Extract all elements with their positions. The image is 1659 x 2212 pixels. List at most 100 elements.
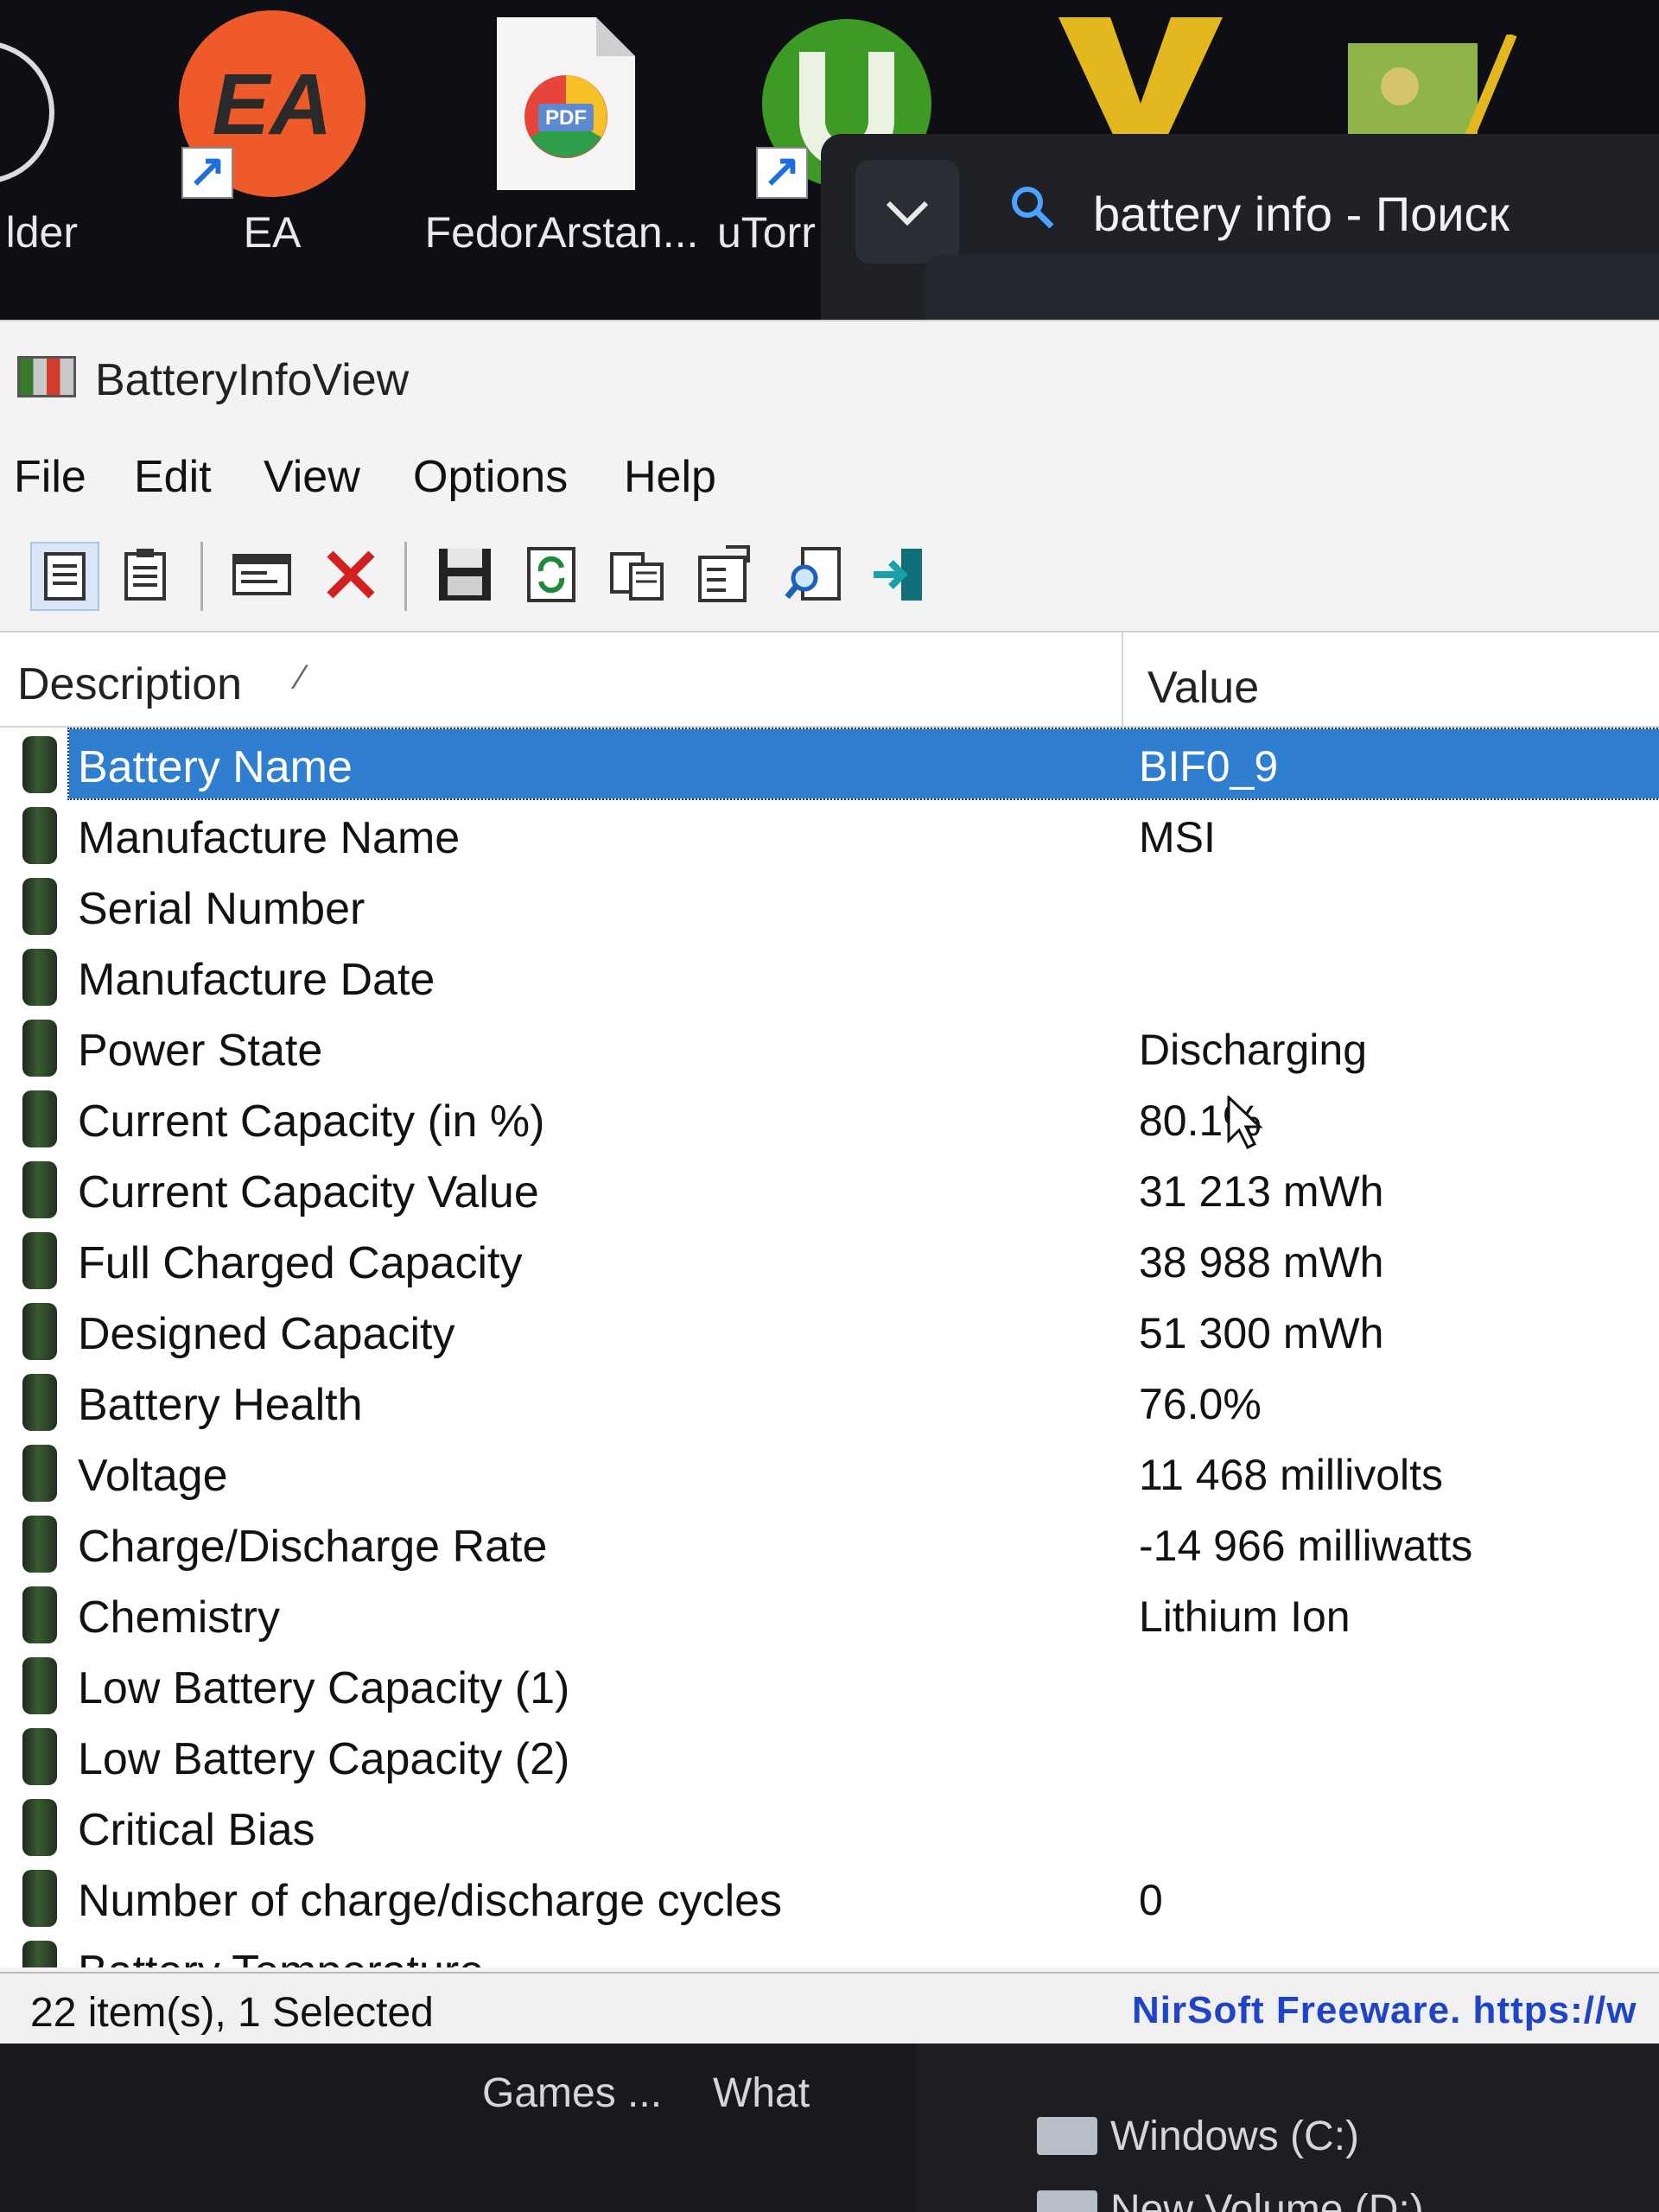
menu-view[interactable]: View	[264, 451, 360, 503]
properties-icon	[698, 545, 750, 602]
row-value: 31 213 mWh	[1139, 1167, 1384, 1216]
battery-icon	[22, 1657, 57, 1714]
list-row[interactable]: Manufacture Name MSI	[0, 800, 1659, 869]
battery-log-mode-button[interactable]	[112, 542, 181, 611]
find-button[interactable]	[782, 542, 851, 611]
title-bar[interactable]: BatteryInfoView	[0, 321, 1659, 434]
row-value: BIF0_9	[1139, 742, 1279, 791]
column-divider[interactable]	[1122, 632, 1123, 728]
list-row[interactable]: Low Battery Capacity (1)	[0, 1650, 1659, 1719]
list-row[interactable]: Current Capacity Value 31 213 mWh	[0, 1154, 1659, 1224]
list-row[interactable]: Manufacture Date	[0, 942, 1659, 1011]
list-row[interactable]: Designed Capacity 51 300 mWh	[0, 1296, 1659, 1365]
search-query[interactable]: battery info - Поиск	[1093, 186, 1510, 242]
menu-edit[interactable]: Edit	[134, 451, 212, 503]
clipboard-icon	[124, 549, 166, 601]
row-value: 0	[1139, 1876, 1163, 1924]
row-description: Low Battery Capacity (2)	[78, 1734, 570, 1784]
list-row[interactable]: Chemistry Lithium Ion	[0, 1580, 1659, 1649]
properties-button[interactable]	[691, 542, 760, 611]
row-value: 38 988 mWh	[1139, 1238, 1384, 1287]
collapse-button[interactable]	[855, 160, 959, 264]
menu-file[interactable]: File	[14, 451, 86, 503]
row-value: 76.0%	[1139, 1380, 1262, 1428]
drive-icon	[1037, 2190, 1097, 2212]
row-value: -14 966 milliwatts	[1139, 1522, 1473, 1570]
battery-icon	[22, 1090, 57, 1147]
image-thumbnail-icon	[1348, 35, 1517, 141]
row-description: Chemistry	[78, 1592, 281, 1643]
row-description: Manufacture Name	[78, 813, 461, 863]
list-row[interactable]: Charge/Discharge Rate -14 966 milliwatts	[0, 1509, 1659, 1578]
pdf-file-icon: PDF	[497, 17, 635, 190]
refresh-button[interactable]	[518, 542, 588, 611]
desktop-icon-label: FedorArstan...	[424, 208, 699, 257]
row-description: Critical Bias	[78, 1805, 315, 1855]
row-description: Designed Capacity	[78, 1309, 455, 1359]
options-button[interactable]	[229, 542, 298, 611]
folder-partial-icon	[0, 42, 54, 182]
column-header-description[interactable]: Description	[17, 658, 242, 710]
row-description: Full Charged Capacity	[78, 1238, 523, 1288]
exit-icon	[874, 549, 922, 601]
battery-icon	[22, 1516, 57, 1573]
exit-button[interactable]	[868, 542, 938, 611]
shortcut-arrow-icon: ↗	[181, 146, 233, 199]
battery-icon	[22, 807, 57, 864]
delete-button[interactable]	[318, 542, 387, 611]
background-label[interactable]: What	[713, 2069, 810, 2117]
list-row[interactable]: Battery Name BIF0_9	[0, 728, 1659, 800]
battery-info-list: Description ⁄ Value Battery Name BIF0_9 …	[0, 632, 1659, 1967]
list-row[interactable]: Number of charge/discharge cycles 0	[0, 1863, 1659, 1932]
row-description: Low Battery Capacity (1)	[78, 1663, 570, 1713]
nirsoft-link[interactable]: NirSoft Freeware. https://w	[1132, 1989, 1637, 2032]
column-header-value[interactable]: Value	[1147, 662, 1259, 714]
list-row[interactable]: Voltage 11 468 millivolts	[0, 1438, 1659, 1507]
list-row[interactable]: Critical Bias	[0, 1792, 1659, 1861]
refresh-icon	[527, 547, 575, 602]
list-row[interactable]: Serial Number	[0, 871, 1659, 940]
sort-indicator-icon: ⁄	[298, 658, 304, 696]
drive-label[interactable]: New Volume (D:)	[1110, 2186, 1424, 2212]
desktop-icon-ea[interactable]: EA ↗ EA	[173, 0, 372, 276]
floppy-disk-icon	[439, 549, 491, 601]
drive-label[interactable]: Windows (C:)	[1110, 2113, 1359, 2160]
row-description: Battery Name	[78, 742, 353, 792]
toolbar-separator	[404, 542, 407, 611]
battery-icon	[22, 1586, 57, 1643]
close-icon	[327, 550, 375, 599]
menu-help[interactable]: Help	[624, 451, 716, 503]
list-row[interactable]: Current Capacity (in %) 80.1%	[0, 1084, 1659, 1153]
copy-button[interactable]	[605, 542, 674, 611]
list-row[interactable]: Full Charged Capacity 38 988 mWh	[0, 1225, 1659, 1294]
battery-icon	[22, 1161, 57, 1218]
battery-info-mode-button[interactable]	[30, 542, 99, 611]
row-value: Discharging	[1139, 1026, 1368, 1074]
explorer-panel: Windows (C:) New Volume (D:)	[916, 2044, 1659, 2212]
save-button[interactable]	[432, 542, 501, 611]
row-description: Current Capacity (in %)	[78, 1096, 545, 1147]
row-description: Battery Temperature	[78, 1946, 484, 1967]
list-row[interactable]: Power State Discharging	[0, 1013, 1659, 1082]
battery-icon	[22, 1445, 57, 1502]
list-header: Description ⁄ Value	[0, 632, 1659, 728]
list-row[interactable]: Low Battery Capacity (2)	[0, 1721, 1659, 1790]
list-row[interactable]: Battery Temperature	[0, 1934, 1659, 1967]
search-document-icon	[785, 547, 841, 601]
row-description: Power State	[78, 1026, 323, 1076]
menu-bar: File Edit View Options Help	[0, 434, 1659, 520]
desktop-icon-pdf[interactable]: PDF FedorArstan...	[425, 0, 698, 276]
row-description: Manufacture Date	[78, 955, 435, 1005]
list-row[interactable]: Battery Health 76.0%	[0, 1367, 1659, 1436]
row-value: MSI	[1139, 813, 1216, 861]
menu-options[interactable]: Options	[413, 451, 568, 503]
row-description: Current Capacity Value	[78, 1167, 539, 1217]
search-icon	[1012, 187, 1054, 229]
battery-icon	[22, 1374, 57, 1431]
background-label[interactable]: Games ...	[482, 2069, 662, 2117]
batteryinfoview-window: BatteryInfoView File Edit View Options H…	[0, 320, 1659, 2045]
search-flyout: battery info - Поиск	[821, 134, 1659, 341]
mouse-cursor-icon	[1227, 1096, 1263, 1150]
row-value: Lithium Ion	[1139, 1592, 1351, 1641]
desktop-icon-folder[interactable]: lder	[0, 0, 121, 276]
